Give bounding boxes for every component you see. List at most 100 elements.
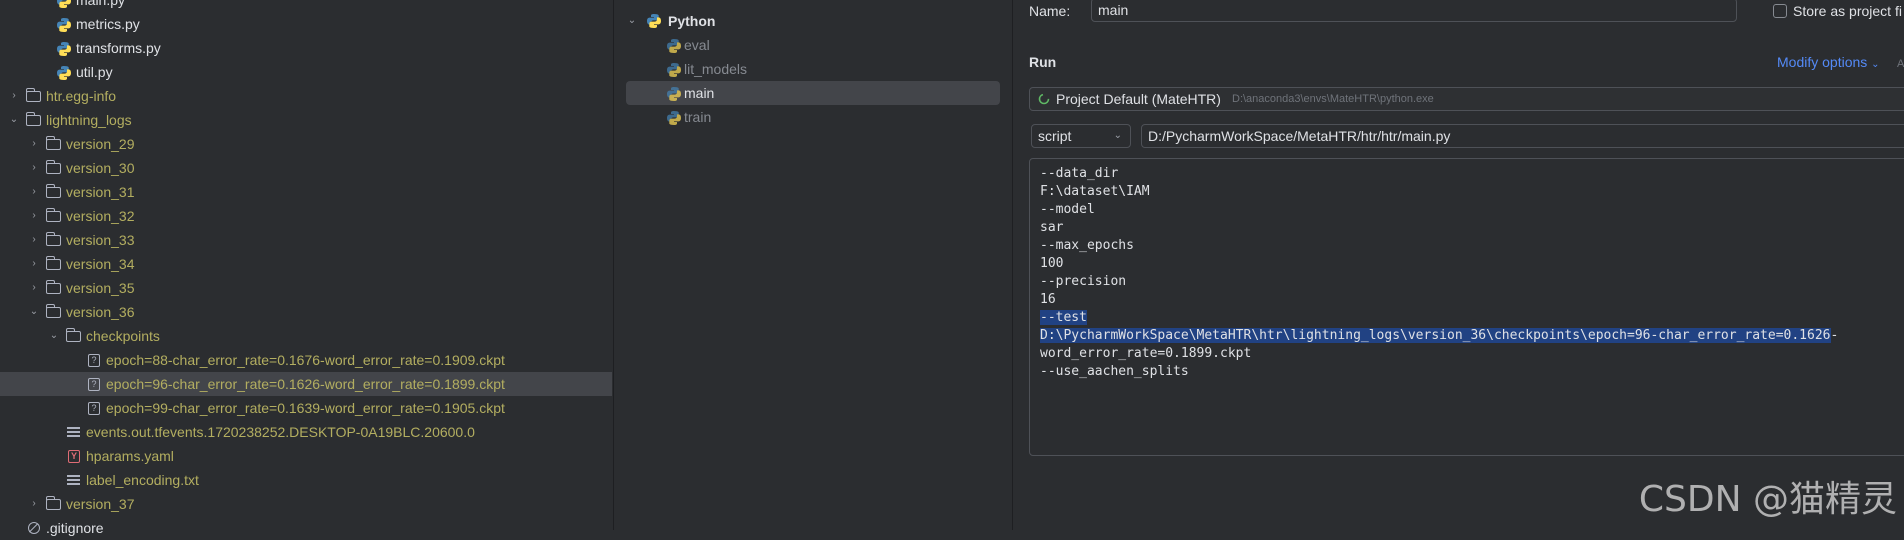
unknown-file-icon: ? (88, 402, 100, 415)
config-group-python[interactable]: ⌄ Python (626, 9, 1000, 33)
project-tree-row[interactable]: ⌄ lightning_logs (0, 108, 612, 132)
project-tree-row[interactable]: › version_31 (0, 180, 612, 204)
script-parameters-textarea[interactable]: --data_dir F:\dataset\IAM --model sar --max_… (1029, 158, 1904, 456)
project-tree-row[interactable]: › version_33 (0, 228, 612, 252)
python-icon (57, 0, 71, 8)
config-item-lit_models[interactable]: lit_models (626, 57, 1000, 81)
project-tree-label: version_33 (66, 232, 135, 248)
config-item-main[interactable]: main (626, 81, 1000, 105)
chevron-down-icon[interactable]: ⌄ (48, 324, 60, 348)
parameter-text: --precision (1040, 274, 1127, 289)
chevron-down-icon[interactable]: ⌄ (28, 300, 40, 324)
parameter-line: --data_dir (1040, 165, 1904, 183)
chevron-right-icon[interactable]: › (28, 204, 40, 228)
target-type-value: script (1038, 128, 1072, 144)
chevron-right-icon[interactable]: › (8, 84, 20, 108)
chevron-down-icon[interactable]: ⌄ (626, 9, 638, 33)
project-tree-label: version_37 (66, 496, 135, 512)
project-tree-row[interactable]: › version_37 (0, 492, 612, 516)
chevron-down-icon[interactable]: ⌄ (8, 108, 20, 132)
chevron-right-icon[interactable]: › (28, 228, 40, 252)
project-tree-row[interactable]: label_encoding.txt (0, 468, 612, 492)
project-tree-row[interactable]: util.py (0, 60, 612, 84)
config-item-label: eval (684, 37, 710, 53)
project-tree-label: epoch=96-char_error_rate=0.1626-word_err… (106, 376, 505, 392)
folder-icon (45, 136, 61, 150)
name-label: Name: (1029, 3, 1071, 19)
project-tree-label: epoch=99-char_error_rate=0.1639-word_err… (106, 400, 505, 416)
project-tree-label: version_36 (66, 304, 135, 320)
text-file-icon (67, 475, 80, 485)
config-item-train[interactable]: train (626, 105, 1000, 129)
chevron-right-icon[interactable]: › (28, 132, 40, 156)
unknown-file-icon: ? (88, 354, 100, 367)
interpreter-path: D:\anaconda3\envs\MateHTR\python.exe (1232, 93, 1434, 105)
project-tree-row[interactable]: metrics.py (0, 12, 612, 36)
parameter-text: F:\dataset\IAM (1040, 184, 1150, 199)
chevron-right-icon[interactable]: › (28, 180, 40, 204)
project-tree-row[interactable]: › version_35 (0, 276, 612, 300)
config-group-label: Python (668, 13, 716, 29)
project-tree-row[interactable]: › version_29 (0, 132, 612, 156)
project-tree-row[interactable]: ⌄ checkpoints (0, 324, 612, 348)
chevron-down-icon: ⌄ (1113, 130, 1122, 141)
project-tree-row[interactable]: ? epoch=96-char_error_rate=0.1626-word_er… (0, 372, 612, 396)
folder-icon (25, 112, 41, 126)
project-tree-row[interactable]: .gitignore (0, 516, 612, 540)
project-tree-row[interactable]: Yhparams.yaml (0, 444, 612, 468)
name-field[interactable]: main (1091, 0, 1737, 22)
parameter-line: --use_aachen_splits (1040, 363, 1904, 381)
config-item-label: main (684, 85, 715, 101)
project-tree-label: transforms.py (76, 40, 161, 56)
project-tree-label: lightning_logs (46, 112, 132, 128)
folder-icon (45, 256, 61, 270)
script-path-field[interactable]: D:/PycharmWorkSpace/MetaHTR/htr/htr/main… (1141, 124, 1904, 148)
interpreter-select[interactable]: Project Default (MateHTR) D:\anaconda3\e… (1029, 87, 1904, 111)
chevron-right-icon[interactable]: › (28, 492, 40, 516)
config-item-eval[interactable]: eval (626, 33, 1000, 57)
python-icon (667, 87, 681, 101)
parameter-text: D:\PycharmWorkSpace\MetaHTR\htr\lightnin… (1040, 328, 1831, 343)
chevron-right-icon[interactable]: › (28, 276, 40, 300)
project-tree-row[interactable]: ? epoch=99-char_error_rate=0.1639-word_er… (0, 396, 612, 420)
text-file-icon (67, 427, 80, 437)
project-tree-row[interactable]: ⌄ version_36 (0, 300, 612, 324)
parameter-line: 100 (1040, 255, 1904, 273)
run-config-editor: Name: main Store as project fi Run Modif… (1012, 0, 1904, 530)
folder-icon (45, 208, 61, 222)
project-tree-row[interactable]: ? epoch=88-char_error_rate=0.1676-word_er… (0, 348, 612, 372)
target-type-select[interactable]: script ⌄ (1031, 124, 1131, 148)
modify-options-link[interactable]: Modify options ⌄ (1777, 54, 1880, 70)
folder-icon (45, 160, 61, 174)
project-tree-label: util.py (76, 64, 113, 80)
project-tree-row[interactable]: main.py (0, 0, 612, 12)
store-as-project-label: Store as project fi (1793, 3, 1902, 19)
python-icon (647, 14, 661, 28)
folder-icon (25, 88, 41, 102)
python-icon (57, 18, 71, 32)
chevron-right-icon[interactable]: › (28, 252, 40, 276)
project-tree-row[interactable]: › htr.egg-info (0, 84, 612, 108)
folder-icon (65, 328, 81, 342)
config-item-label: lit_models (684, 61, 748, 77)
python-icon (57, 66, 71, 80)
project-tree-row[interactable]: › version_32 (0, 204, 612, 228)
project-tree-label: version_29 (66, 136, 135, 152)
folder-icon (45, 496, 61, 510)
project-tree-row[interactable]: transforms.py (0, 36, 612, 60)
project-tree-row[interactable]: events.out.tfevents.1720238252.DESKTOP-0… (0, 420, 612, 444)
parameter-text: sar (1040, 220, 1064, 235)
modify-options-label: Modify options (1777, 54, 1868, 70)
chevron-right-icon[interactable]: › (28, 156, 40, 180)
parameter-line: --model (1040, 201, 1904, 219)
parameter-text: 100 (1040, 256, 1064, 271)
parameter-line: D:\PycharmWorkSpace\MetaHTR\htr\lightnin… (1040, 327, 1904, 345)
parameter-line: sar (1040, 219, 1904, 237)
project-tree-row[interactable]: › version_34 (0, 252, 612, 276)
parameter-text: --data_dir (1040, 166, 1119, 181)
project-tree-label: version_35 (66, 280, 135, 296)
store-as-project-checkbox[interactable] (1773, 4, 1787, 18)
parameter-text: word_error_rate=0.1899.ckpt (1040, 346, 1252, 361)
folder-icon (45, 184, 61, 198)
project-tree-row[interactable]: › version_30 (0, 156, 612, 180)
